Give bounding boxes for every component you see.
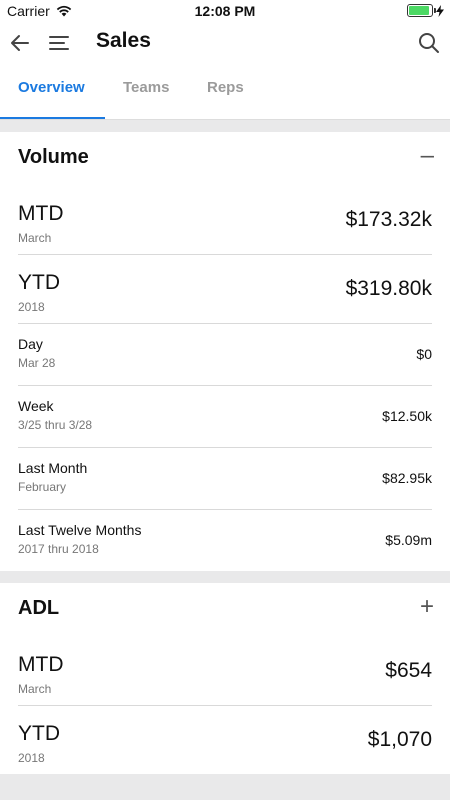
list-item[interactable]: Day Mar 28 $0 xyxy=(18,324,432,386)
tab-overview[interactable]: Overview xyxy=(18,79,85,96)
adl-card: ADL + MTD March $654 YTD 2018 $1,070 xyxy=(0,583,450,774)
volume-card: Volume – MTD March $173.32k YTD 2018 $31… xyxy=(0,132,450,571)
active-tab-indicator xyxy=(0,117,105,119)
tab-teams[interactable]: Teams xyxy=(123,79,169,96)
row-sublabel: Mar 28 xyxy=(18,356,56,370)
expand-icon[interactable]: + xyxy=(420,595,434,619)
row-value: $82.95k xyxy=(382,470,432,486)
row-label: MTD xyxy=(18,653,64,676)
row-value: $654 xyxy=(385,659,432,682)
hamburger-menu-icon[interactable] xyxy=(46,30,72,56)
row-label: Last Twelve Months xyxy=(18,522,142,538)
row-sublabel: 2017 thru 2018 xyxy=(18,542,99,556)
row-value: $173.32k xyxy=(345,208,432,231)
section-divider xyxy=(0,120,450,132)
row-value: $319.80k xyxy=(345,277,432,300)
nav-bar: Sales xyxy=(0,22,450,64)
row-label: Week xyxy=(18,398,54,414)
back-arrow-icon[interactable] xyxy=(8,30,34,56)
row-sublabel: March xyxy=(18,682,52,696)
row-label: YTD xyxy=(18,271,60,294)
row-sublabel: March xyxy=(18,231,52,245)
adl-title: ADL xyxy=(18,597,60,619)
adl-header: ADL + xyxy=(0,583,450,637)
page-title: Sales xyxy=(96,29,151,52)
list-item[interactable]: YTD 2018 $319.80k xyxy=(18,255,432,324)
status-bar: Carrier 12:08 PM xyxy=(0,0,450,22)
section-divider xyxy=(0,571,450,583)
charging-bolt-icon xyxy=(436,4,444,17)
list-item[interactable]: YTD 2018 $1,070 xyxy=(18,706,432,774)
battery-icon xyxy=(407,4,436,17)
row-label: MTD xyxy=(18,202,64,225)
row-label: Last Month xyxy=(18,460,88,476)
tab-bar: Overview Teams Reps xyxy=(0,64,450,120)
row-label: Day xyxy=(18,336,43,352)
volume-title: Volume xyxy=(18,146,89,168)
list-item[interactable]: MTD March $654 xyxy=(18,637,432,706)
status-time: 12:08 PM xyxy=(194,3,256,19)
row-label: YTD xyxy=(18,722,60,745)
volume-header: Volume – xyxy=(0,132,450,186)
row-sublabel: February xyxy=(18,480,67,494)
row-sublabel: 2018 xyxy=(18,300,45,314)
row-value: $12.50k xyxy=(382,408,432,424)
row-sublabel: 3/25 thru 3/28 xyxy=(18,418,93,432)
list-item[interactable]: Last Twelve Months 2017 thru 2018 $5.09m xyxy=(18,510,432,571)
row-value: $1,070 xyxy=(367,728,432,751)
list-item[interactable]: MTD March $173.32k xyxy=(18,186,432,255)
status-right xyxy=(407,4,444,17)
list-item[interactable]: Week 3/25 thru 3/28 $12.50k xyxy=(18,386,432,448)
row-value: $0 xyxy=(416,346,432,362)
tab-reps[interactable]: Reps xyxy=(207,79,244,96)
row-sublabel: 2018 xyxy=(18,751,45,765)
row-value: $5.09m xyxy=(385,532,432,548)
search-icon[interactable] xyxy=(416,30,442,56)
collapse-icon[interactable]: – xyxy=(421,144,434,168)
list-item[interactable]: Last Month February $82.95k xyxy=(18,448,432,510)
